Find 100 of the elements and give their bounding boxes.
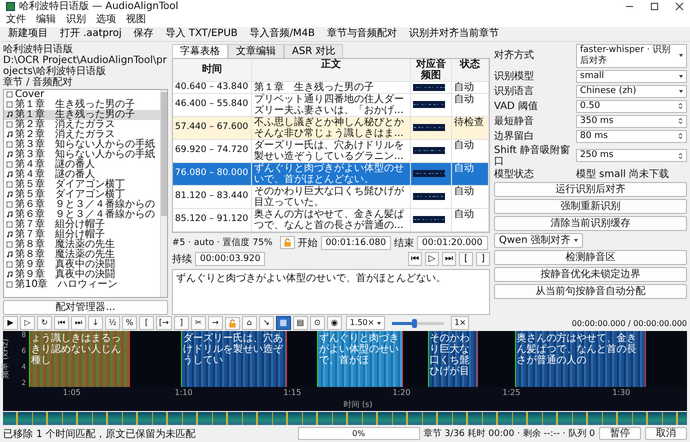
chapter-item[interactable]: 第８章 魔法薬の先生 [4,240,160,250]
chapter-item[interactable]: 第１章 生き残った男の子 [4,110,160,120]
tool-button[interactable]: ⌂ [242,316,257,330]
tab[interactable]: 文章编辑 [228,44,284,58]
chapter-item[interactable]: 第８章 魔法薬の先生 [4,250,160,260]
close-icon[interactable] [675,2,684,12]
dropdown[interactable]: faster-whisper · 识别后对齐 [576,44,687,68]
chapter-item[interactable]: 第７章 組分け帽子 [4,230,160,240]
chapter-item[interactable]: 第７章 組分け帽子 [4,220,160,230]
tool-button[interactable]: ↓ [88,316,103,330]
toolbar-button[interactable]: 保存 [128,28,159,40]
chapter-item[interactable]: 第９章 真夜中の決闘 [4,260,160,270]
spectrogram-segment[interactable]: そのかわり巨大な口くち髭ひげが目 [428,331,478,388]
chapter-item[interactable]: 第９章 真夜中の決闘 [4,270,160,280]
tool-button[interactable]: ½ [105,316,120,330]
start-time-field[interactable]: 00:01:16.080 [320,236,392,250]
menu-item[interactable]: 编辑 [36,14,56,26]
spectrogram[interactable]: ょう識しきはまるっきり認めない人じん種し ダーズリー氏は、穴あけドリルを製せい造ぞうしてい ずんぐりと肉づきがよい体型のせいで、首がほ そのかわり巨大な口くち髭ひげが目 奥さんの方はやせて、金きん髪ぱつで、なんと首の長さが普通の人の [29,331,687,388]
tool-button[interactable]: ↻ [37,316,52,330]
action-button[interactable]: 运行识别后对齐 [494,182,687,197]
tool-button[interactable]: → [208,316,223,330]
spectrogram-segment[interactable]: ずんぐりと肉づきがよい体型のせいで、首がほ [317,331,404,388]
tool-button[interactable]: ⊙ [310,316,325,330]
segment-caption: ずんぐりと肉づきがよい体型のせいで、首がほ [318,332,400,366]
table-row[interactable]: 40.640 – 43.840 第１章 生き残った男の子 自动 [173,82,489,94]
menu-item[interactable]: 视图 [126,14,146,26]
tool-button[interactable]: ▶ [3,316,18,330]
tool-button[interactable]: ⏮ [54,316,69,330]
spectrogram-segment[interactable]: 奥さんの方はやせて、金きん髪ぱつで、なんと首の長さが普通の人の [514,331,646,388]
tab[interactable]: 字幕表格 [172,44,228,58]
chapter-item[interactable]: 第１章 生き残った男の子 [4,100,160,110]
tool-button[interactable]: ▦ [276,316,291,330]
action-button[interactable]: 按静音优化未锁定边界 [494,266,687,282]
scrollbar[interactable] [160,90,167,298]
action-button[interactable]: 从当前句按静音自动分配 [494,284,687,299]
chapter-item[interactable]: 第３章 知らない人からの手紙 [4,140,160,150]
speed-dropdown[interactable]: 1.50× [346,316,386,330]
audio-overview-strip[interactable] [3,412,687,426]
toolbar-button[interactable]: 章节与音频配对 [322,28,402,40]
lock-button[interactable] [280,236,295,250]
transport-button[interactable]: [ [459,252,473,266]
transport-button[interactable]: ] [476,252,490,266]
menu-item[interactable]: 识别 [66,14,86,26]
pairing-manager-button[interactable]: 配对管理器... [3,300,168,316]
toolbar-button[interactable]: 导入 TXT/EPUB [160,28,243,40]
tool-button[interactable]: ▤ [292,316,308,330]
stepper-icon [678,102,683,110]
toolbar-button[interactable]: 打开 .aatproj [55,28,127,40]
chapter-item[interactable]: 第５章 ダイアゴン横丁 [4,180,160,190]
tab[interactable]: ASR 对比 [284,44,344,58]
tool-button[interactable]: ▷ [20,316,35,330]
transport-button[interactable]: ⏭ [442,252,456,266]
slider-thumb[interactable] [412,318,417,328]
tool-button[interactable]: ] [174,316,189,330]
dropdown-button[interactable]: Qwen 强制对齐 [494,232,583,248]
chapter-item[interactable]: Cover [4,90,160,100]
maximize-icon[interactable] [650,2,659,12]
toolbar-button[interactable]: 导入音频/M4B [244,28,320,40]
chapter-item[interactable]: 第10章 ハロウィーン [4,280,160,290]
status-button[interactable]: 取消 [645,427,687,440]
chapter-item[interactable]: 第２章 消えたガラス [4,130,160,140]
chapter-item[interactable]: 第６章 ９と３／４番線からの [4,200,160,210]
text-editor[interactable]: ずんぐりと肉づきがよい体型のせいで、首がほとんどない。 [172,268,490,316]
tool-button[interactable]: ◉ [326,316,342,330]
toolbar-button[interactable]: 识别并对齐当前章节 [404,28,504,40]
menu-item[interactable]: 选项 [96,14,116,26]
spin-box[interactable]: 350 ms [576,114,687,128]
tool-button[interactable]: % [122,316,137,330]
toolbar-button[interactable]: 新建项目 [3,28,53,40]
spectrogram-segment[interactable]: ょう識しきはまるっきり認めない人じん種し [29,331,130,388]
tool-button[interactable]: [→ [156,316,172,330]
spin-box[interactable]: 0.50 [576,100,687,113]
chapter-item[interactable]: 第４章 謎の番人 [4,170,160,180]
chapter-item[interactable]: 第２章 消えたガラス [4,120,160,130]
tool-button[interactable]: ⏭ [71,316,86,330]
volume-slider[interactable] [392,322,444,325]
status-button[interactable]: 暂停 [599,427,641,440]
spin-box[interactable]: 80 ms [576,130,687,143]
tool-button[interactable]: [ [139,316,154,330]
spin-box[interactable]: 250 ms [576,149,687,162]
action-button[interactable]: 检测静音区 [494,250,687,265]
menu-item[interactable]: 文件 [6,14,26,26]
transport-button[interactable]: ⏮ [408,252,422,266]
action-button[interactable]: 清除当前识别缓存 [494,216,687,231]
transport-button[interactable]: ▷ [425,252,439,266]
setting-label: 模型状态 [494,168,535,180]
end-time-field[interactable]: 00:01:20.000 [417,236,488,250]
chapter-item[interactable]: 第４章 謎の番人 [4,160,160,170]
chapter-item[interactable]: 第３章 知らない人からの手紙 [4,150,160,160]
spectrogram-segment[interactable]: ダーズリー氏は、穴あけドリルを製せい造ぞうしてい [180,331,287,388]
lock-button[interactable] [224,316,240,330]
chapter-item[interactable]: 第５章 ダイアゴン横丁 [4,190,160,200]
dropdown[interactable]: small [576,70,687,83]
rate-button[interactable]: 1× [451,316,470,330]
duration-field[interactable]: 00:00:03.920 [195,252,266,266]
chapter-item[interactable]: 第６章 ９と３／４番線からの [4,210,160,220]
dropdown[interactable]: Chinese (zh) [576,84,687,98]
tool-button[interactable]: ↘ [258,316,274,330]
tool-button[interactable]: ✂ [190,316,206,330]
action-button[interactable]: 强制重新识别 [494,198,687,214]
